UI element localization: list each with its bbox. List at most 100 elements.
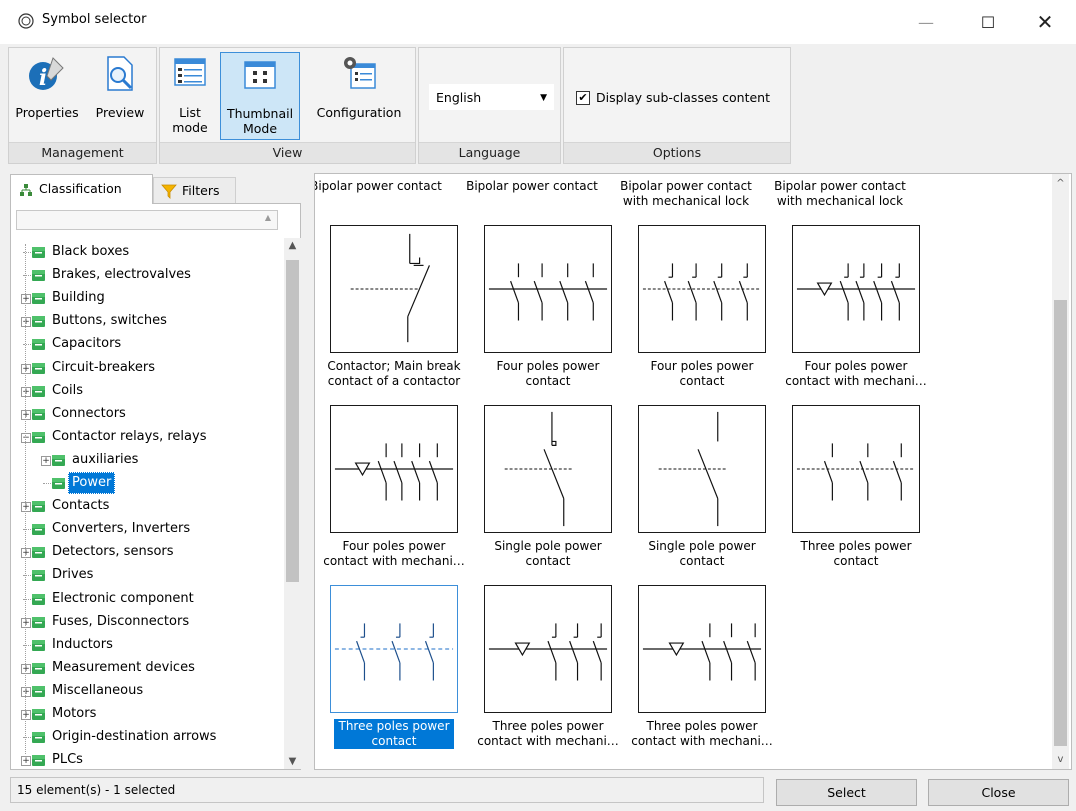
symbol-thumbnail[interactable]: [330, 585, 458, 713]
symbol-thumbnail[interactable]: [484, 405, 612, 533]
tree-item[interactable]: + Fuses, Disconnectors: [21, 611, 281, 633]
tree-item[interactable]: + Miscellaneous: [21, 680, 281, 702]
tree-item-label: Contactor relays, relays: [52, 428, 207, 444]
expand-icon[interactable]: +: [21, 663, 31, 674]
tree-search-input[interactable]: ▲: [16, 210, 278, 230]
tree-item[interactable]: + PLCs: [21, 749, 281, 771]
tree-item-label: Detectors, sensors: [52, 544, 174, 560]
symbol-thumbnail[interactable]: [638, 225, 766, 353]
tree-item[interactable]: + Detectors, sensors: [21, 541, 281, 563]
tree-item[interactable]: Drives: [21, 564, 281, 586]
minimize-button[interactable]: —: [903, 0, 949, 44]
tree-item[interactable]: + Connectors: [21, 403, 281, 425]
tab-classification[interactable]: Classification: [10, 174, 153, 204]
window-title: Symbol selector: [42, 12, 147, 27]
expand-icon[interactable]: +: [41, 455, 51, 466]
tree-item[interactable]: + Building: [21, 287, 281, 309]
thumbnail-mode-button[interactable]: Thumbnail Mode: [220, 52, 300, 140]
ribbon-group-language: English ▼ Language: [418, 47, 561, 164]
symbol-thumbnail[interactable]: [484, 225, 612, 353]
properties-label: Properties: [15, 105, 79, 120]
symbol-caption[interactable]: Contactor; Main break contact of a contac…: [319, 359, 469, 389]
symbol-thumbnail[interactable]: [330, 225, 458, 353]
symbol-thumbnail[interactable]: [638, 585, 766, 713]
tree-item[interactable]: Brakes, electrovalves: [21, 264, 281, 286]
symbol-caption[interactable]: Four poles power contact with mechani…: [781, 359, 931, 389]
language-value: English: [436, 90, 482, 105]
symbol-gallery: Bipolar power contact Bipolar power conta…: [314, 173, 1072, 770]
tree-item[interactable]: Capacitors: [21, 333, 281, 355]
tree-item[interactable]: + Contacts: [21, 495, 281, 517]
properties-button[interactable]: i Properties: [11, 50, 83, 144]
expand-icon[interactable]: +: [21, 548, 31, 559]
tree-item-label: Capacitors: [52, 336, 122, 352]
tree-item[interactable]: Inductors: [21, 634, 281, 656]
gallery-scroll-thumb[interactable]: [1054, 300, 1067, 746]
symbol-thumbnail[interactable]: [484, 585, 612, 713]
expand-icon[interactable]: +: [21, 502, 31, 513]
symbol-caption[interactable]: Three poles power contact with mechani…: [627, 719, 777, 749]
tree-scroll-thumb[interactable]: [286, 260, 299, 582]
scroll-up-icon[interactable]: ^: [1052, 178, 1069, 189]
tree-item[interactable]: − Contactor relays, relays: [21, 426, 281, 448]
display-subclasses-label[interactable]: Display sub-classes content: [596, 90, 770, 105]
expand-icon[interactable]: +: [21, 756, 31, 767]
scroll-down-icon[interactable]: ▼: [284, 756, 301, 767]
tree-item-label: Building: [52, 290, 105, 306]
tree-item[interactable]: Power: [41, 472, 281, 494]
language-select[interactable]: English ▼: [429, 84, 554, 110]
tree-item[interactable]: + Buttons, switches: [21, 310, 281, 332]
expand-icon[interactable]: +: [21, 409, 31, 420]
symbol-caption[interactable]: Three poles power contact: [781, 539, 931, 569]
folder-icon: [32, 755, 45, 767]
group-label-options: Options: [564, 142, 790, 163]
tree-item[interactable]: Origin-destination arrows: [21, 726, 281, 748]
symbol-caption[interactable]: Four poles power contact with mechani…: [319, 539, 469, 569]
expand-icon[interactable]: +: [21, 617, 31, 628]
expand-icon[interactable]: +: [21, 317, 31, 328]
tree-item[interactable]: + Coils: [21, 380, 281, 402]
tree-item[interactable]: + Measurement devices: [21, 657, 281, 679]
symbol-thumbnail[interactable]: [638, 405, 766, 533]
scroll-up-icon[interactable]: ▲: [284, 240, 301, 251]
tree-item[interactable]: Electronic component: [21, 588, 281, 610]
symbol-caption[interactable]: Bipolar power contact with mechanical loc…: [611, 179, 761, 209]
symbol-caption[interactable]: Three poles power contact: [319, 719, 469, 749]
close-button[interactable]: Close: [928, 779, 1069, 806]
gallery-scrollbar[interactable]: ^ v: [1052, 174, 1069, 769]
tree-item[interactable]: + Circuit-breakers: [21, 357, 281, 379]
maximize-button[interactable]: ☐: [965, 0, 1011, 44]
list-mode-button[interactable]: List mode: [164, 50, 216, 144]
expand-icon[interactable]: +: [21, 710, 31, 720]
tree-item[interactable]: + auxiliaries: [41, 449, 281, 471]
tree-item[interactable]: Black boxes: [21, 241, 281, 263]
configuration-button[interactable]: Configuration: [306, 50, 412, 144]
symbol-caption[interactable]: Bipolar power contact: [315, 179, 451, 194]
tree-item[interactable]: + Motors: [21, 703, 281, 725]
folder-icon: [32, 385, 45, 397]
close-window-button[interactable]: ✕: [1022, 0, 1068, 44]
select-button[interactable]: Select: [776, 779, 917, 806]
symbol-thumbnail[interactable]: [330, 405, 458, 533]
symbol-thumbnail[interactable]: [792, 405, 920, 533]
symbol-caption[interactable]: Bipolar power contact: [457, 179, 607, 194]
tab-filters[interactable]: Filters: [153, 177, 236, 204]
symbol-thumbnail[interactable]: [792, 225, 920, 353]
expand-icon[interactable]: +: [21, 294, 31, 305]
preview-button[interactable]: Preview: [87, 50, 153, 144]
scroll-down-icon[interactable]: v: [1052, 754, 1069, 765]
expand-icon[interactable]: +: [21, 386, 31, 397]
display-subclasses-checkbox[interactable]: ✔: [576, 91, 590, 105]
expand-icon[interactable]: +: [21, 686, 31, 697]
expand-icon[interactable]: +: [21, 363, 31, 374]
symbol-caption[interactable]: Bipolar power contact with mechanical loc…: [765, 179, 915, 209]
svg-text:i: i: [39, 65, 47, 91]
symbol-caption[interactable]: Four poles power contact: [627, 359, 777, 389]
collapse-icon[interactable]: −: [21, 432, 31, 443]
symbol-caption[interactable]: Four poles power contact: [473, 359, 623, 389]
symbol-caption[interactable]: Three poles power contact with mechani…: [473, 719, 623, 749]
tree-item[interactable]: Converters, Inverters: [21, 518, 281, 540]
symbol-caption[interactable]: Single pole power contact: [627, 539, 777, 569]
tree-scrollbar[interactable]: ▲ ▼: [284, 238, 301, 769]
symbol-caption[interactable]: Single pole power contact: [473, 539, 623, 569]
